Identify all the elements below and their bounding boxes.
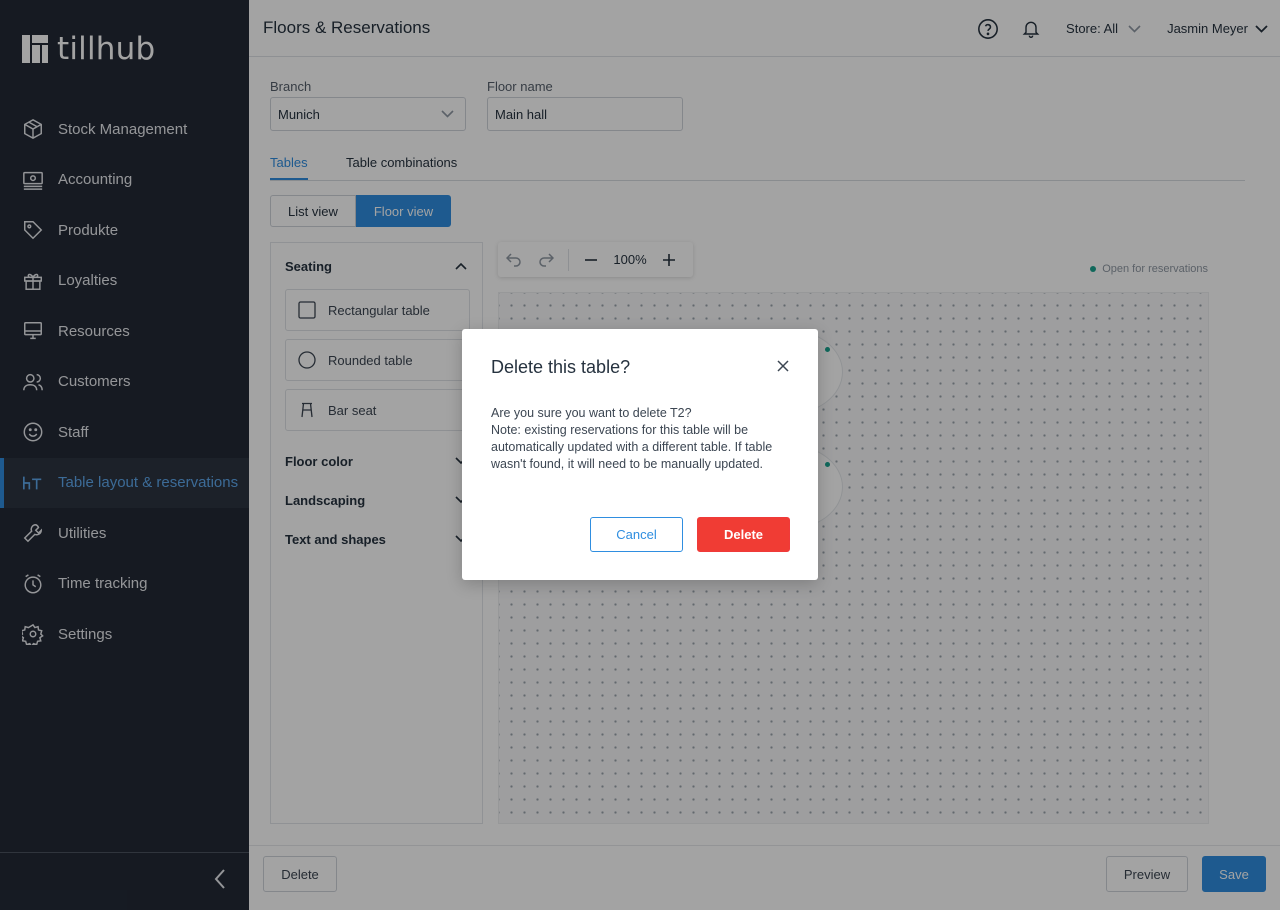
dialog-note: Note: existing reservations for this tab…	[491, 423, 773, 471]
confirm-delete-button[interactable]: Delete	[697, 517, 790, 552]
close-icon[interactable]	[775, 358, 791, 374]
dialog-question: Are you sure you want to delete T2?	[491, 406, 692, 420]
dialog-title: Delete this table?	[491, 357, 631, 377]
dialog-message: Are you sure you want to delete T2? Note…	[491, 405, 781, 473]
delete-table-dialog: Delete this table? Are you sure you want…	[462, 329, 818, 580]
cancel-button[interactable]: Cancel	[590, 517, 683, 552]
